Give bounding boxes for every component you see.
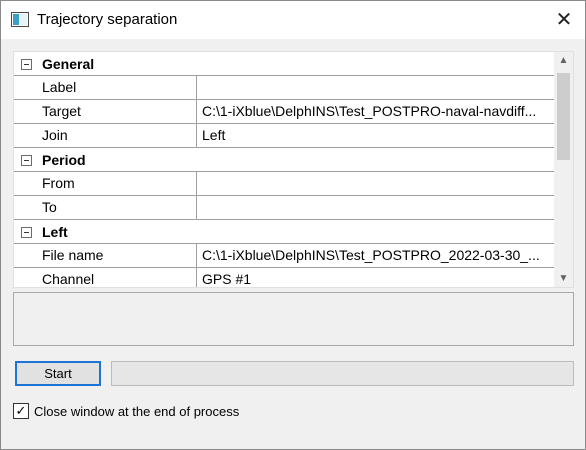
property-name: Channel: [14, 268, 197, 287]
scroll-up-icon[interactable]: ▲: [554, 52, 573, 69]
property-value[interactable]: [198, 196, 554, 219]
grid-category-period[interactable]: Period: [14, 148, 554, 172]
property-name: File name: [14, 244, 197, 267]
grid-row-target[interactable]: Target C:\1-iXblue\DelphINS\Test_POSTPRO-…: [14, 100, 554, 124]
collapse-toggle-icon[interactable]: [21, 227, 32, 238]
grid-row-channel[interactable]: Channel GPS #1: [14, 268, 554, 287]
category-label: General: [42, 56, 95, 72]
grid-row-to[interactable]: To: [14, 196, 554, 220]
window-title: Trajectory separation: [37, 11, 178, 28]
scrollbar-thumb[interactable]: [557, 73, 570, 160]
property-grid: General Label Target C:\1-iXblue\DelphINS\T…: [13, 51, 574, 288]
collapse-toggle-icon[interactable]: [21, 155, 32, 166]
property-name: Join: [14, 124, 197, 147]
close-at-end-checkbox[interactable]: ✓: [13, 403, 29, 419]
title-bar[interactable]: Trajectory separation ✕: [1, 1, 585, 39]
category-label: Left: [42, 224, 68, 240]
dialog-window: Trajectory separation ✕ General Label Targ…: [0, 0, 586, 450]
vertical-scrollbar[interactable]: ▲ ▼: [554, 52, 573, 287]
collapse-toggle-icon[interactable]: [21, 59, 32, 70]
property-name: Target: [14, 100, 197, 123]
category-label: Period: [42, 152, 86, 168]
app-window-icon: [11, 12, 29, 27]
property-value[interactable]: C:\1-iXblue\DelphINS\Test_POSTPRO-naval-…: [198, 100, 554, 123]
property-value[interactable]: [198, 76, 554, 99]
property-value[interactable]: C:\1-iXblue\DelphINS\Test_POSTPRO_2022-0…: [198, 244, 554, 267]
close-icon[interactable]: ✕: [549, 6, 579, 34]
grid-row-label[interactable]: Label: [14, 76, 554, 100]
grid-row-join[interactable]: Join Left: [14, 124, 554, 148]
property-value[interactable]: [198, 172, 554, 195]
grid-row-from[interactable]: From: [14, 172, 554, 196]
property-value[interactable]: GPS #1: [198, 268, 554, 287]
grid-row-file-name[interactable]: File name C:\1-iXblue\DelphINS\Test_POSTP…: [14, 244, 554, 268]
grid-category-general[interactable]: General: [14, 52, 554, 76]
property-value[interactable]: Left: [198, 124, 554, 147]
description-panel: [13, 292, 574, 346]
close-at-end-label[interactable]: Close window at the end of process: [34, 404, 239, 419]
start-button[interactable]: Start: [15, 361, 101, 386]
scroll-down-icon[interactable]: ▼: [554, 270, 573, 287]
grid-category-left[interactable]: Left: [14, 220, 554, 244]
property-name: Label: [14, 76, 197, 99]
property-name: From: [14, 172, 197, 195]
property-name: To: [14, 196, 197, 219]
property-grid-rows: General Label Target C:\1-iXblue\DelphINS\T…: [14, 52, 554, 287]
progress-bar: [111, 361, 574, 386]
